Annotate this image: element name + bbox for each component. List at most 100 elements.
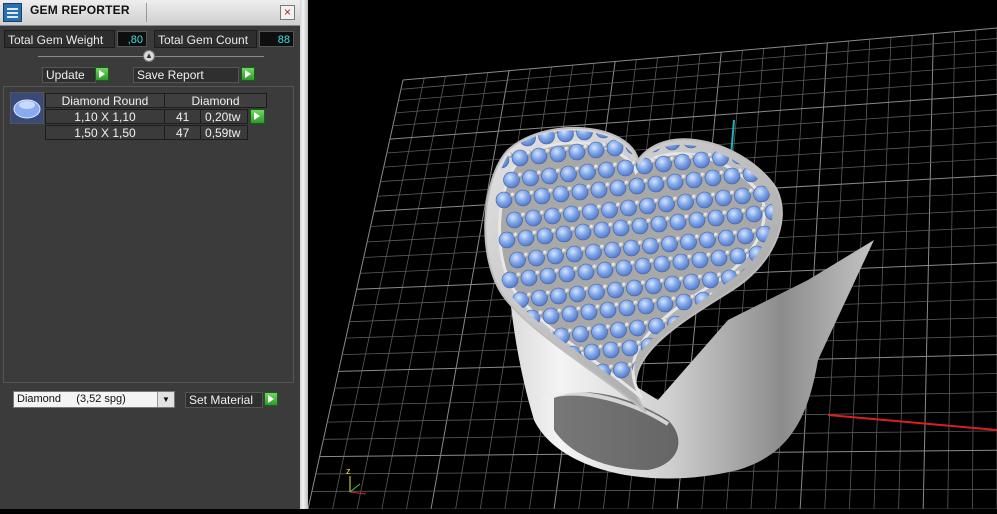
- gem-stone: [580, 303, 598, 321]
- gem-stone: [568, 143, 586, 161]
- gem-stone: [691, 251, 709, 269]
- play-arrow-icon[interactable]: [264, 392, 278, 406]
- gem-stone: [715, 189, 732, 207]
- prong-bead: [675, 94, 681, 100]
- title-divider: [146, 3, 147, 22]
- gem-stone: [506, 211, 523, 229]
- gem-stone: [726, 207, 744, 225]
- gem-stone: [536, 227, 554, 245]
- prong-bead: [735, 130, 741, 134]
- viewport-canvas[interactable]: z: [307, 0, 997, 510]
- gem-stone: [748, 106, 764, 122]
- gem-stone: [693, 151, 710, 169]
- gem-stone: [651, 357, 668, 375]
- play-arrow-icon[interactable]: [241, 67, 255, 81]
- heart-ring-model[interactable]: [484, 82, 874, 479]
- gem-stone: [571, 183, 589, 201]
- gem-stone: [588, 283, 605, 301]
- gem-stone: [729, 247, 747, 265]
- total-gem-count-label: Total Gem Count: [154, 30, 257, 48]
- gem-stone: [511, 149, 529, 167]
- play-arrow-icon[interactable]: [250, 109, 265, 124]
- table-cell-weight: 0,59tw: [200, 125, 248, 140]
- gem-stone: [558, 265, 576, 283]
- gem-stone: [647, 175, 665, 193]
- prong-bead: [640, 138, 646, 144]
- table-cell-size: 1,50 X 1,50: [45, 125, 165, 140]
- gem-stone: [609, 179, 627, 197]
- table-cell-count: 47: [164, 125, 201, 140]
- gem-stone: [645, 277, 662, 295]
- grid-line: [922, 33, 934, 510]
- grid-line: [395, 64, 997, 114]
- gem-stone: [572, 325, 589, 343]
- table-cell-size: 1,10 X 1,10: [45, 109, 165, 124]
- collapse-arrow-icon[interactable]: ▲: [143, 50, 155, 62]
- gem-reporter-panel: GEM REPORTER × Total Gem Weight ,80 Tota…: [0, 0, 300, 509]
- prong-bead: [732, 88, 738, 94]
- grid-line: [898, 35, 913, 510]
- gem-stone: [601, 201, 618, 219]
- prong-bead: [599, 102, 605, 108]
- gem-stone: [550, 287, 567, 305]
- gem-stone: [623, 239, 640, 257]
- grid-line: [338, 354, 997, 372]
- gem-stone: [517, 229, 535, 247]
- prong-bead: [724, 110, 730, 116]
- prong-bead: [700, 314, 707, 320]
- gem-stone: [672, 253, 690, 271]
- gem-stone: [629, 319, 646, 337]
- grid-line: [332, 78, 425, 510]
- window-title: GEM REPORTER: [30, 3, 130, 17]
- material-select[interactable]: Diamond (3,52 spg): [13, 391, 175, 408]
- material-select-value: Diamond (3,52 spg): [17, 393, 126, 405]
- gem-stone: [680, 92, 696, 108]
- gem-stone: [702, 271, 719, 289]
- prong-bead: [789, 82, 795, 88]
- gem-stone: [699, 231, 716, 249]
- gem-stone: [617, 159, 634, 177]
- gem-stone: [669, 213, 687, 231]
- prong-bead: [637, 98, 643, 104]
- prong-bead: [809, 222, 815, 228]
- gem-stone: [547, 247, 564, 265]
- gem-stone: [631, 217, 649, 235]
- play-arrow-icon[interactable]: [95, 67, 109, 81]
- prong-bead: [774, 266, 780, 272]
- gem-stone: [544, 207, 561, 225]
- gem-stone: [658, 195, 675, 213]
- 3d-viewport[interactable]: z: [307, 0, 997, 510]
- gem-stone: [787, 242, 803, 258]
- gem-stone: [699, 90, 715, 106]
- gem-stone: [604, 100, 620, 116]
- gem-stone: [542, 307, 560, 325]
- title-bar: GEM REPORTER ×: [0, 0, 300, 26]
- gem-stone: [626, 279, 643, 297]
- prong-bead: [694, 92, 700, 98]
- gem-stone: [525, 209, 542, 227]
- panel-splitter[interactable]: [300, 0, 308, 509]
- update-button[interactable]: Update: [42, 67, 96, 83]
- close-icon[interactable]: ×: [280, 5, 295, 20]
- gem-stone: [503, 171, 520, 189]
- dropdown-arrow-icon[interactable]: ▼: [157, 392, 174, 407]
- gem-stone: [498, 231, 516, 249]
- gem-stone: [784, 202, 800, 218]
- save-report-button[interactable]: Save Report: [133, 67, 239, 83]
- prong-bead: [806, 182, 812, 188]
- gem-stone: [566, 245, 583, 263]
- gem-stone: [591, 323, 608, 341]
- prong-bead: [776, 164, 782, 170]
- gem-stone: [602, 341, 620, 359]
- grid-line: [873, 37, 892, 510]
- prong-bead: [705, 112, 711, 118]
- gem-stone: [639, 197, 656, 215]
- gem-stone: [528, 249, 545, 267]
- prong-bead: [684, 356, 691, 362]
- gem-thumbnail-icon[interactable]: [10, 92, 44, 124]
- set-material-button[interactable]: Set Material: [185, 392, 263, 408]
- gem-stone: [501, 271, 519, 289]
- gem-stone: [541, 167, 558, 185]
- gem-stone: [514, 189, 532, 207]
- axis-z-label: z: [346, 466, 351, 476]
